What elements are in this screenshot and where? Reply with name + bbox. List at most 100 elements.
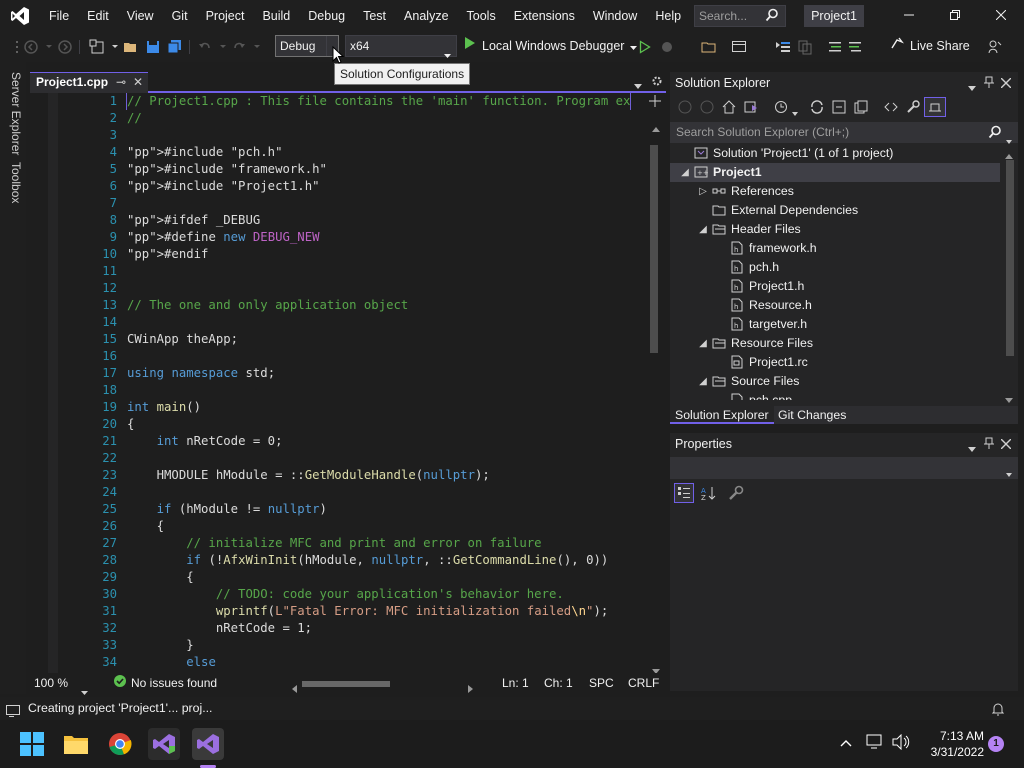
close-window-button[interactable] bbox=[978, 0, 1024, 32]
search-icon[interactable] bbox=[988, 125, 1002, 146]
restore-button[interactable] bbox=[932, 0, 978, 32]
system-clock[interactable]: 7:13 AM 3/31/2022 bbox=[918, 728, 984, 760]
code-line[interactable]: 6 "pp">#include "Project1.h" bbox=[30, 178, 646, 195]
visual-studio-installer-icon[interactable] bbox=[148, 728, 180, 760]
search-input[interactable]: Search... bbox=[694, 5, 786, 27]
close-icon[interactable] bbox=[1000, 77, 1012, 91]
preview-selected-items-button[interactable] bbox=[924, 97, 946, 117]
undo-icon[interactable] bbox=[196, 38, 214, 56]
code-editor[interactable]: 1 // Project1.cpp : This file contains th… bbox=[30, 93, 666, 674]
tree-item[interactable]: ◢ Source Files bbox=[670, 372, 1000, 391]
sync-icon[interactable] bbox=[810, 100, 824, 117]
code-line[interactable]: 7 bbox=[30, 195, 646, 212]
menu-file[interactable]: File bbox=[40, 0, 78, 32]
issues-indicator[interactable]: No issues found bbox=[114, 673, 217, 693]
menu-help[interactable]: Help bbox=[646, 0, 690, 32]
tree-item[interactable]: h pch.h bbox=[670, 258, 1000, 277]
tree-scroll-thumb[interactable] bbox=[1006, 160, 1014, 356]
collapse-all-icon[interactable] bbox=[832, 100, 846, 117]
back-icon[interactable] bbox=[678, 100, 692, 117]
collapse-icon[interactable]: ◢ bbox=[698, 220, 708, 239]
split-window-icon[interactable] bbox=[649, 95, 661, 110]
hot-reload-icon[interactable] bbox=[658, 38, 676, 56]
menu-window[interactable]: Window bbox=[584, 0, 646, 32]
pin-tab-icon[interactable]: ⊸ bbox=[116, 73, 126, 92]
tree-item[interactable]: ▷ References bbox=[670, 182, 1000, 201]
property-pages-wrench-icon[interactable] bbox=[728, 485, 744, 504]
code-line[interactable]: 28 if (!AfxWinInit(hModule, nullptr, ::G… bbox=[30, 552, 646, 569]
network-icon[interactable] bbox=[866, 734, 884, 753]
tree-item[interactable]: ++ pch.cpp bbox=[670, 391, 1000, 400]
tree-item[interactable]: h framework.h bbox=[670, 239, 1000, 258]
tab-project1-cpp[interactable]: Project1.cpp ⊸ ✕ bbox=[30, 72, 148, 93]
alphabetical-sort-icon[interactable]: AZ bbox=[700, 485, 716, 504]
toolbox-tab[interactable]: Toolbox bbox=[9, 162, 23, 203]
uncomment-lines-icon[interactable] bbox=[846, 38, 864, 56]
scroll-up-icon[interactable] bbox=[652, 121, 660, 135]
navigate-forward-icon[interactable] bbox=[56, 38, 74, 56]
menu-git[interactable]: Git bbox=[163, 0, 197, 32]
tree-item[interactable]: h Project1.h bbox=[670, 277, 1000, 296]
show-hidden-icons-chevron-icon[interactable] bbox=[840, 736, 852, 750]
code-line[interactable]: 11 bbox=[30, 263, 646, 280]
minimize-button[interactable] bbox=[886, 0, 932, 32]
code-line[interactable]: 17 using namespace std; bbox=[30, 365, 646, 382]
code-line[interactable]: 34 else bbox=[30, 654, 646, 671]
code-line[interactable]: 31 wprintf(L"Fatal Error: MFC initializa… bbox=[30, 603, 646, 620]
properties-wrench-icon[interactable] bbox=[906, 100, 920, 117]
tree-item[interactable]: ◢ Resource Files bbox=[670, 334, 1000, 353]
panel-dropdown-icon[interactable] bbox=[968, 80, 976, 94]
close-icon[interactable] bbox=[1000, 438, 1012, 452]
windows-start-icon[interactable] bbox=[16, 728, 48, 760]
code-line[interactable]: 13 // The one and only application object bbox=[30, 297, 646, 314]
feedback-icon[interactable] bbox=[986, 38, 1004, 56]
save-all-icon[interactable] bbox=[166, 38, 184, 56]
code-line[interactable]: 12 bbox=[30, 280, 646, 297]
code-line[interactable]: 19 int main() bbox=[30, 399, 646, 416]
menu-analyze[interactable]: Analyze bbox=[395, 0, 457, 32]
line-indicator[interactable]: Ln: 1 bbox=[502, 673, 529, 693]
code-line[interactable]: 29 { bbox=[30, 569, 646, 586]
code-line[interactable]: 5 "pp">#include "framework.h" bbox=[30, 161, 646, 178]
code-line[interactable]: 2 // bbox=[30, 110, 646, 127]
panel-dropdown-icon[interactable] bbox=[968, 441, 976, 455]
code-line[interactable]: 9 "pp">#define new DEBUG_NEW bbox=[30, 229, 646, 246]
visual-studio-logo-icon[interactable] bbox=[0, 0, 40, 32]
menu-extensions[interactable]: Extensions bbox=[505, 0, 584, 32]
pin-icon[interactable] bbox=[984, 437, 994, 452]
column-indicator[interactable]: Ch: 1 bbox=[544, 673, 573, 693]
code-line[interactable]: 15 CWinApp theApp; bbox=[30, 331, 646, 348]
code-line[interactable]: 4 "pp">#include "pch.h" bbox=[30, 144, 646, 161]
solution-explorer-toolbar-icon[interactable] bbox=[700, 38, 718, 56]
solution-configurations-select[interactable]: Debug bbox=[275, 35, 339, 57]
tree-item[interactable]: Solution 'Project1' (1 of 1 project) bbox=[670, 144, 1000, 163]
solution-explorer-search-input[interactable]: Search Solution Explorer (Ctrl+;) bbox=[670, 122, 1018, 146]
close-tab-icon[interactable]: ✕ bbox=[133, 73, 143, 92]
notification-count-badge[interactable]: 1 bbox=[988, 736, 1004, 752]
scroll-down-icon[interactable] bbox=[1005, 392, 1013, 406]
tree-item[interactable]: ◢ Header Files bbox=[670, 220, 1000, 239]
editor-scroll-thumb[interactable] bbox=[650, 145, 658, 353]
navigate-back-icon[interactable] bbox=[22, 38, 40, 56]
line-ending-indicator[interactable]: CRLF bbox=[628, 673, 659, 693]
code-line[interactable]: 25 if (hModule != nullptr) bbox=[30, 501, 646, 518]
pending-changes-filter-icon[interactable] bbox=[774, 100, 788, 117]
scroll-left-icon[interactable] bbox=[292, 679, 297, 699]
code-line[interactable]: 22 bbox=[30, 450, 646, 467]
home-icon[interactable] bbox=[722, 100, 736, 117]
collapse-icon[interactable]: ◢ bbox=[698, 372, 708, 391]
chevron-down-icon[interactable] bbox=[792, 105, 798, 119]
pin-icon[interactable] bbox=[984, 76, 994, 91]
tab-solution-explorer[interactable]: Solution Explorer bbox=[670, 406, 774, 424]
code-line[interactable]: 14 bbox=[30, 314, 646, 331]
volume-icon[interactable] bbox=[892, 733, 910, 753]
menu-project[interactable]: Project bbox=[197, 0, 254, 32]
copy-icon[interactable] bbox=[796, 38, 814, 56]
code-line[interactable]: 20 { bbox=[30, 416, 646, 433]
toggle-breakpoint-icon[interactable] bbox=[774, 38, 792, 56]
collapse-icon[interactable]: ◢ bbox=[698, 334, 708, 353]
code-line[interactable]: 27 // initialize MFC and print and error… bbox=[30, 535, 646, 552]
menu-view[interactable]: View bbox=[118, 0, 163, 32]
tab-git-changes[interactable]: Git Changes bbox=[773, 406, 851, 424]
new-project-icon[interactable] bbox=[88, 38, 106, 56]
